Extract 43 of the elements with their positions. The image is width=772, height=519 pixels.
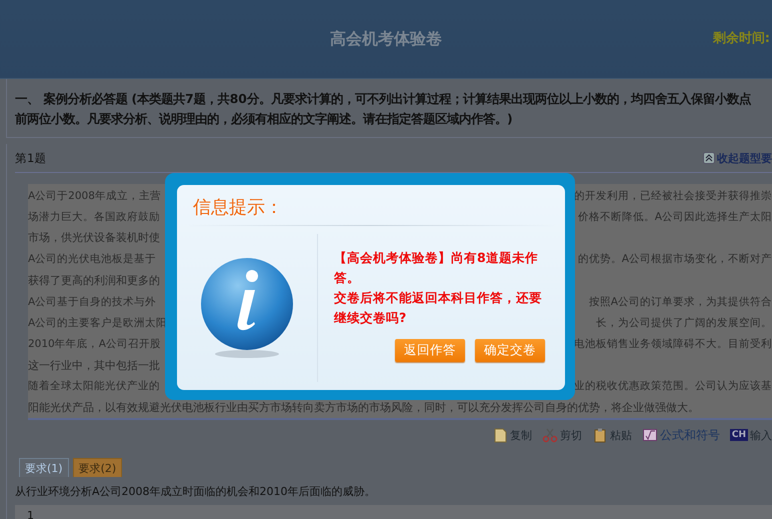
ime-button[interactable]: CH 输入 [730, 428, 772, 442]
passage-text: 的优势。A公司根据市场变化，不断对产 [578, 252, 772, 266]
formula-icon [642, 427, 658, 443]
passage-text: 这一行业中，其中包括一批 [28, 358, 160, 373]
instruction-text: 一、 案例分析必答题 (本类题共7题，共80分。凡要求计算的，可不列出计算过程；计算结果出现两位以上小数的，均四舍五入保留小数点 [15, 91, 752, 108]
ime-badge: CH [730, 429, 748, 441]
passage-text: 阳能光伏产品，以有效规避光伏电池板行业由买方市场转向卖方市场的市场风险，同时，可以充分发挥公司自身的优势，将企业做强做大。 [28, 400, 699, 415]
passage-text: 2010年年底，A公司召开股 [28, 336, 162, 351]
document-icon [492, 427, 508, 443]
question-number: 第1题 [15, 150, 46, 166]
collapse-icon [703, 152, 715, 164]
cut-button[interactable]: 剪切 [542, 427, 582, 443]
dialog-button[interactable]: 返回作答 [395, 339, 465, 362]
paste-button[interactable]: 粘贴 [592, 427, 632, 443]
passage-text: 获得了更高的利润和更多的 [28, 272, 160, 288]
timer-label: 剩余时间: [712, 30, 770, 47]
collapse-link[interactable]: 收起题型要 [717, 150, 772, 166]
dialog-title: 信息提示： [193, 196, 283, 220]
requirement-tab[interactable]: 要求(2) [72, 458, 122, 477]
info-icon [201, 256, 293, 360]
passage-text: 长，为公司提供了广阔的发展空间。 [596, 316, 772, 330]
copy-button[interactable]: 复制 [492, 427, 532, 443]
passage-text: 业的税收优惠政策范围。公司认为应该基 [574, 379, 772, 394]
requirement-tab[interactable]: 要求(1) [19, 458, 69, 477]
scissors-icon [542, 427, 558, 443]
passage-text: A公司的光伏电池板是基于 [28, 252, 158, 266]
passage-text: 按照A公司的订单要求，为其提供符合 [588, 294, 772, 309]
dialog-message: 交卷后将不能返回本科目作答，还要继续交卷吗? [334, 289, 543, 327]
instruction-text: 前两位小数。凡要求分析、说明理由的，必须有相应的文字阐述。请在指定答题区域内作答。) [15, 111, 514, 128]
dialog-button[interactable]: 确定交卷 [475, 339, 545, 362]
passage-text: 价格不断降低。A公司因此选择生产太阳 [578, 210, 772, 224]
passage-text: A公司基于自身的技术与外 [28, 294, 158, 309]
passage-text: 场潜力巨大。各国政府鼓励 [28, 210, 161, 224]
question-prompt: 从行业环境分析A公司2008年成立时面临的机会和2010年后面临的威胁。 [15, 484, 377, 499]
clipboard-icon [592, 427, 608, 443]
passage-text: 电池板销售业务领域障碍不大。目前受利 [574, 336, 772, 351]
passage-text: 市场，供光伏设备装机时使 [28, 230, 160, 246]
dialog-message: 【高会机考体验卷】尚有8道题未作答。 [334, 249, 539, 287]
passage-text: 随着全球太阳能光伏产业的 [28, 379, 161, 394]
answer-field[interactable]: 1 [15, 505, 772, 519]
passage-text: A公司于2008年成立，主营 [28, 188, 162, 203]
exam-title: 高会机考体验卷 [330, 28, 442, 50]
formula-button[interactable]: 公式和符号 [642, 426, 720, 444]
